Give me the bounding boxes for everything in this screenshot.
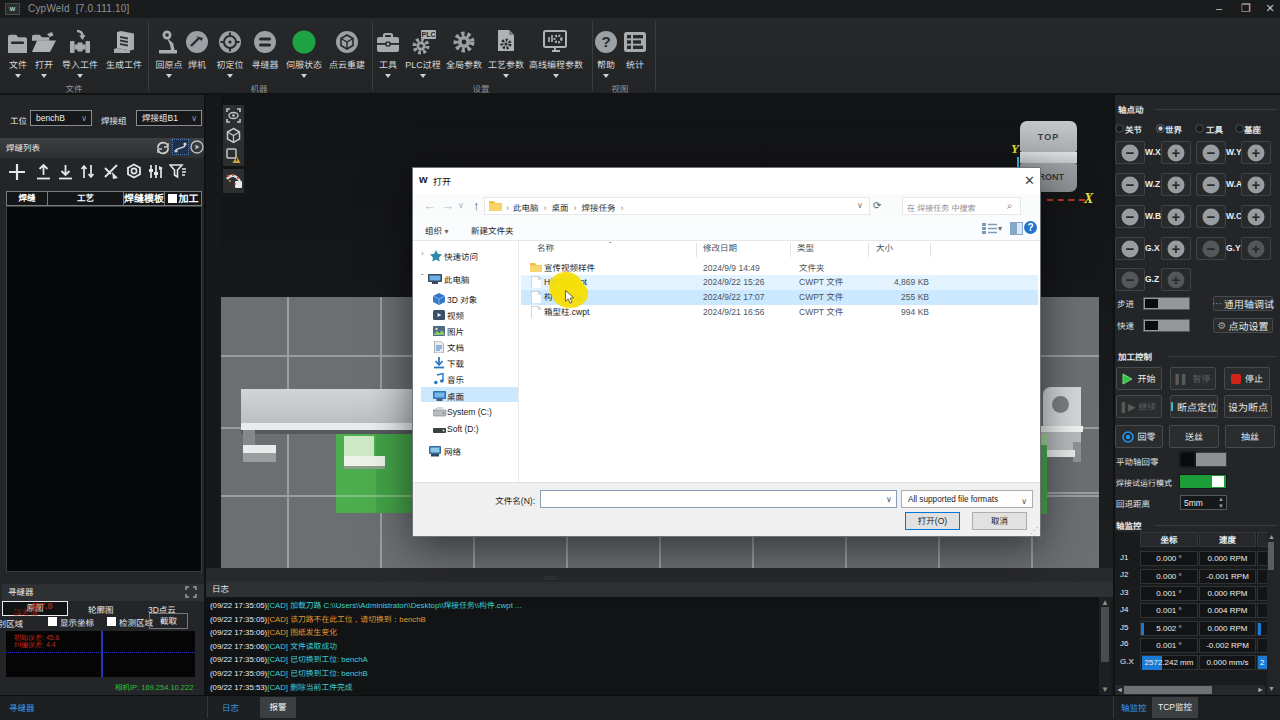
svg-text:PLC: PLC xyxy=(422,31,436,38)
